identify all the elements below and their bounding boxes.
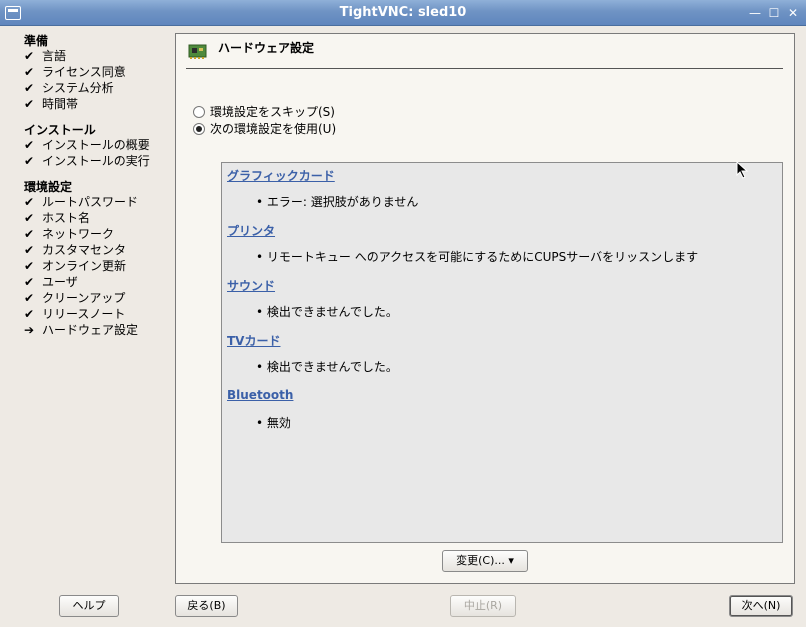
step-license: ✔ ライセンス同意 xyxy=(24,65,126,79)
step-online-update: ✔ オンライン更新 xyxy=(24,259,127,273)
check-icon: ✔ xyxy=(24,291,35,305)
check-icon: ✔ xyxy=(24,195,35,209)
abort-button[interactable]: 中止(R) xyxy=(450,595,516,617)
back-button[interactable]: 戻る(B) xyxy=(175,595,238,617)
use-config-radio[interactable]: 次の環境設定を使用(U) xyxy=(193,121,336,137)
step-system-analysis: ✔ システム分析 xyxy=(24,81,114,95)
hardware-summary: グラフィックカード • エラー: 選択肢がありません プリンタ • リモートキュ… xyxy=(221,162,783,543)
check-icon: ✔ xyxy=(24,81,35,95)
step-root-password: ✔ ルートパスワード xyxy=(24,195,139,209)
step-customer-center: ✔ カスタマセンタ xyxy=(24,243,127,257)
check-icon: ✔ xyxy=(24,154,35,168)
next-button[interactable]: 次へ(N) xyxy=(729,595,793,617)
step-users: ✔ ユーザ xyxy=(24,275,78,289)
check-icon: ✔ xyxy=(24,275,35,289)
header-divider xyxy=(186,68,783,69)
window-titlebar[interactable]: TightVNC: sled10 — ☐ ✕ xyxy=(0,0,806,26)
group-title-configure: 環境設定 xyxy=(24,180,73,194)
window-title: TightVNC: sled10 xyxy=(339,5,467,20)
check-icon: ✔ xyxy=(24,65,35,79)
step-hardware-config: ➔ ハードウェア設定 xyxy=(24,323,139,337)
check-icon: ✔ xyxy=(24,259,35,273)
step-cleanup: ✔ クリーンアップ xyxy=(24,291,126,305)
change-button[interactable]: 変更(C)... ▾ xyxy=(442,550,528,572)
section-item-graphics-card: • エラー: 選択肢がありません xyxy=(256,195,419,209)
check-icon: ✔ xyxy=(24,227,35,241)
radio-checked-icon[interactable] xyxy=(193,123,205,135)
section-item-printer: • リモートキュー へのアクセスを可能にするためにCUPSサーバをリッスンします xyxy=(256,250,699,264)
maximize-icon[interactable]: ☐ xyxy=(765,4,783,22)
radio-unchecked-icon[interactable] xyxy=(193,106,205,118)
section-item-bluetooth: • 無効 xyxy=(256,416,291,430)
hardware-card-icon xyxy=(188,44,207,59)
check-icon: ✔ xyxy=(24,211,35,225)
check-icon: ✔ xyxy=(24,243,35,257)
section-item-sound: • 検出できませんでした。 xyxy=(256,305,398,319)
step-language: ✔ 言語 xyxy=(24,49,67,63)
help-button[interactable]: ヘルプ xyxy=(59,595,119,617)
arrow-right-icon: ➔ xyxy=(24,323,35,337)
group-title-install: インストール xyxy=(24,123,96,137)
section-link-sound[interactable]: サウンド xyxy=(227,277,275,294)
section-link-printer[interactable]: プリンタ xyxy=(227,222,275,239)
panel-title: ハードウェア設定 xyxy=(218,41,315,55)
section-item-tv-card: • 検出できませんでした。 xyxy=(256,360,398,374)
step-network: ✔ ネットワーク xyxy=(24,227,115,241)
step-release-notes: ✔ リリースノート xyxy=(24,307,126,321)
check-icon: ✔ xyxy=(24,138,35,152)
check-icon: ✔ xyxy=(24,307,35,321)
section-link-graphics-card[interactable]: グラフィックカード xyxy=(227,167,335,184)
step-timezone: ✔ 時間帯 xyxy=(24,97,79,111)
minimize-icon[interactable]: — xyxy=(746,4,764,22)
close-icon[interactable]: ✕ xyxy=(784,4,802,22)
check-icon: ✔ xyxy=(24,97,35,111)
mouse-cursor-icon xyxy=(736,161,749,179)
check-icon: ✔ xyxy=(24,49,35,63)
step-install-run: ✔ インストールの実行 xyxy=(24,154,150,168)
group-title-prepare: 準備 xyxy=(24,34,49,48)
hardware-config-panel: ハードウェア設定 環境設定をスキップ(S) 次の環境設定を使用(U) グラフィッ… xyxy=(175,33,795,584)
steps-sidebar: 準備 ✔ 言語 ✔ ライセンス同意 ✔ システム分析 ✔ 時間帯 インストール ✔ インス… xyxy=(0,27,172,587)
skip-config-radio[interactable]: 環境設定をスキップ(S) xyxy=(193,104,335,120)
step-install-overview: ✔ インストールの概要 xyxy=(24,138,150,152)
step-hostname: ✔ ホスト名 xyxy=(24,211,91,225)
section-link-tv-card[interactable]: TVカード xyxy=(227,332,280,349)
section-link-bluetooth[interactable]: Bluetooth xyxy=(227,388,293,402)
